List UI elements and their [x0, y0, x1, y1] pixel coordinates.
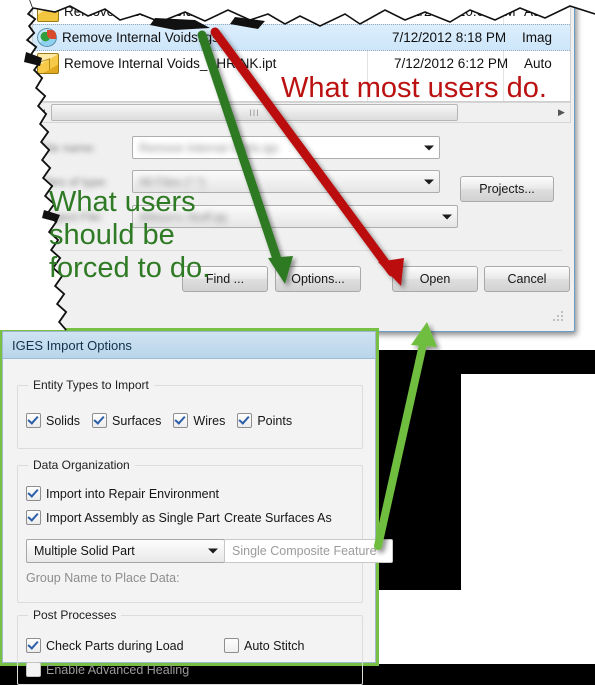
resize-grip-icon[interactable] [552, 311, 564, 323]
file-type: Auto [524, 3, 552, 19]
iges-panel-body: Entity Types to Import Solids Surfaces W… [3, 359, 393, 685]
files-of-type-label: Files of type: [40, 174, 109, 189]
project-file-row: Project File: Wilson's Stuff.ipj [40, 205, 458, 228]
checkbox-label: Enable Advanced Healing [46, 662, 190, 677]
scroll-right-icon[interactable]: ▶ [553, 104, 570, 121]
checkbox-box[interactable] [237, 413, 253, 428]
chevron-down-icon[interactable] [208, 548, 218, 554]
checkbox-box[interactable] [26, 486, 41, 501]
iges-file-icon [37, 28, 57, 47]
file-list[interactable]: Remove Internal Voids.ipt 7/12/2012 10:0… [32, 0, 571, 102]
divider [40, 250, 562, 251]
composite-feature-field[interactable]: Single Composite Feature [224, 539, 393, 563]
inventor-part-icon [37, 53, 59, 74]
chevron-down-icon[interactable] [442, 214, 452, 219]
open-button[interactable]: Open [392, 266, 478, 292]
project-file-select[interactable]: Wilson's Stuff.ipj [132, 205, 458, 228]
checkbox-solids[interactable]: Solids [26, 413, 80, 428]
post-processes-group: Post Processes Check Parts during Load A… [17, 608, 363, 685]
checkbox-points[interactable]: Points [237, 413, 292, 428]
checkbox-label: Import Assembly as Single Part [46, 510, 220, 525]
project-file-value: Wilson's Stuff.ipj [139, 209, 227, 224]
checkbox-check-parts-during-load[interactable]: Check Parts during Load [26, 638, 184, 653]
checkbox-enable-advanced-healing: Enable Advanced Healing [26, 662, 189, 677]
file-name: Remove Internal Voids.ipt [64, 3, 218, 19]
checkbox-label: Surfaces [112, 413, 162, 428]
file-name-input[interactable]: Remove Internal Voids.igs [132, 136, 440, 159]
file-date: 7/12/2012 6:12 PM [394, 56, 509, 71]
checkbox-box[interactable] [224, 638, 239, 653]
scrollbar-track[interactable] [459, 104, 553, 121]
table-row[interactable]: Remove Internal Voids.ipt 7/12/2012 10:0… [33, 0, 570, 24]
project-file-label: Project File: [40, 209, 104, 224]
scrollbar-thumb[interactable]: III [51, 104, 458, 121]
checkbox-box[interactable] [92, 413, 108, 428]
checkbox-surfaces[interactable]: Surfaces [92, 413, 161, 428]
checkbox-import-repair-env[interactable]: Import into Repair Environment [26, 486, 219, 501]
file-name: Remove Internal Voids_SHRINK.ipt [64, 56, 277, 71]
checkbox-label: Import into Repair Environment [46, 486, 219, 501]
horizontal-scrollbar[interactable]: ◀ III ▶ [32, 102, 571, 123]
checkbox-box[interactable] [26, 638, 41, 653]
file-type: Auto [524, 56, 552, 71]
chevron-down-icon[interactable] [424, 145, 434, 150]
checkbox-label: Check Parts during Load [46, 638, 184, 653]
data-organization-group: Data Organization Import into Repair Env… [17, 458, 393, 603]
file-date: 7/12/2012 8:18 PM [392, 30, 507, 45]
files-of-type-value: All Files (*.*) [139, 174, 206, 189]
open-file-dialog: Remove Internal Voids.ipt 7/12/2012 10:0… [28, 0, 575, 332]
data-organization-legend: Data Organization [28, 458, 135, 472]
black-backdrop-right [461, 350, 595, 374]
checkbox-label: Solids [46, 413, 81, 428]
solid-part-select[interactable]: Multiple Solid Part [26, 539, 225, 563]
checkbox-box[interactable] [173, 413, 189, 428]
checkbox-wires[interactable]: Wires [173, 413, 225, 428]
find-button[interactable]: Find ... [182, 266, 268, 292]
checkbox-import-assembly-single-part[interactable]: Import Assembly as Single Part [26, 510, 220, 525]
cancel-button[interactable]: Cancel [484, 266, 570, 292]
checkbox-auto-stitch[interactable]: Auto Stitch [224, 638, 304, 653]
group-name-label: Group Name to Place Data: [26, 571, 180, 585]
iges-import-options-panel: IGES Import Options Entity Types to Impo… [0, 328, 393, 685]
checkbox-box [26, 662, 41, 677]
entity-types-group: Entity Types to Import Solids Surfaces W… [17, 378, 363, 449]
file-icon [37, 0, 59, 22]
create-surfaces-as-label: Create Surfaces As [224, 511, 332, 525]
files-of-type-row: Files of type: All Files (*.*) [40, 170, 440, 193]
iges-panel-title: IGES Import Options [3, 332, 375, 359]
checkbox-label: Wires [193, 413, 226, 428]
options-button[interactable]: Options... [275, 266, 361, 292]
checkbox-label: Points [257, 413, 293, 428]
file-name-value: Remove Internal Voids.igs [139, 140, 279, 155]
post-processes-legend: Post Processes [28, 608, 122, 622]
chevron-down-icon[interactable] [424, 179, 434, 184]
file-type: Imag [522, 30, 553, 45]
projects-button[interactable]: Projects... [460, 176, 554, 202]
file-date: 7/12/2012 10:00 PM [394, 3, 516, 19]
composite-feature-value: Single Composite Feature [232, 544, 377, 558]
checkbox-box[interactable] [26, 413, 41, 428]
file-name: Remove Internal Voids.igs [62, 30, 219, 45]
entity-types-legend: Entity Types to Import [28, 378, 154, 392]
files-of-type-select[interactable]: All Files (*.*) [132, 170, 440, 193]
checkbox-label: Auto Stitch [244, 638, 305, 653]
file-name-row: File name: Remove Internal Voids.igs [40, 136, 440, 159]
table-row[interactable]: Remove Internal Voids.igs 7/12/2012 8:18… [33, 24, 570, 51]
file-name-label: File name: [40, 140, 97, 155]
open-dialog-body: Remove Internal Voids.ipt 7/12/2012 10:0… [32, 0, 571, 326]
scroll-left-icon[interactable]: ◀ [33, 104, 50, 121]
table-row[interactable]: Remove Internal Voids_SHRINK.ipt 7/12/20… [33, 51, 570, 76]
checkbox-box[interactable] [26, 510, 41, 525]
solid-part-value: Multiple Solid Part [34, 544, 135, 558]
